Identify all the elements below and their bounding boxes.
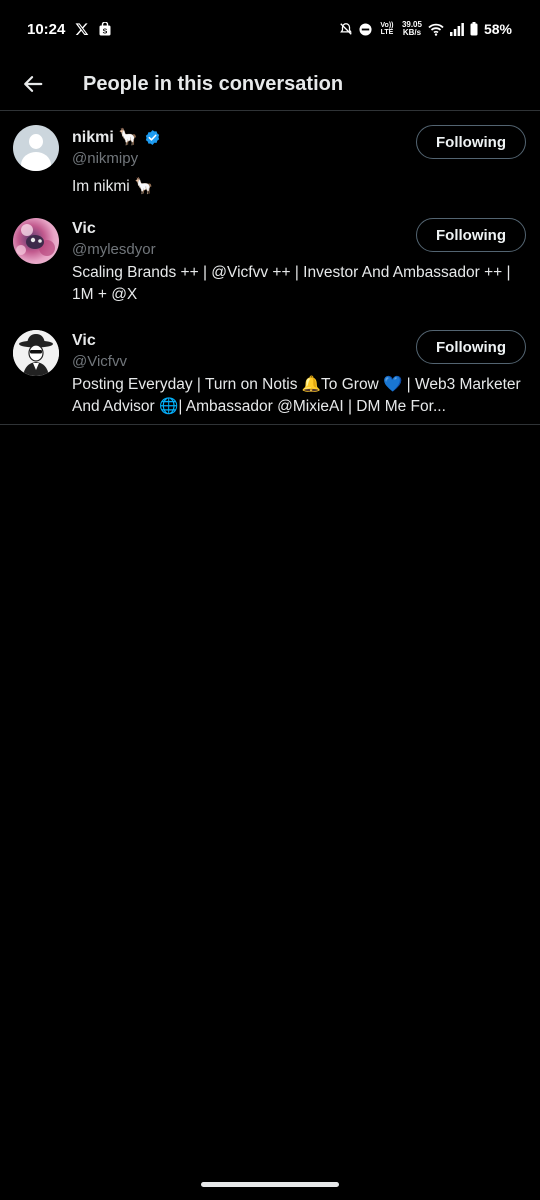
list-item[interactable]: nikmi 🦙 @nikmipy Im nikmi 🦙 Following bbox=[0, 111, 540, 204]
list-item[interactable]: Vic @mylesdyor Scaling Brands ++ | @Vicf… bbox=[0, 204, 540, 316]
avatar-head-shape bbox=[29, 134, 43, 149]
mute-bell-icon bbox=[339, 22, 353, 36]
battery-icon bbox=[470, 22, 478, 36]
people-list: nikmi 🦙 @nikmipy Im nikmi 🦙 Following Vi… bbox=[0, 111, 540, 425]
status-left: 10:24 S bbox=[27, 21, 111, 38]
wifi-icon bbox=[428, 23, 444, 36]
status-right: Vo)) LTE 39.05 KB/s 58% bbox=[339, 21, 512, 37]
user-name: Vic bbox=[72, 220, 96, 237]
shopping-bag-icon: S bbox=[99, 22, 111, 36]
status-time: 10:24 bbox=[27, 20, 66, 38]
signal-icon bbox=[449, 22, 464, 36]
user-bio: Posting Everyday | Turn on Notis 🔔To Gro… bbox=[72, 376, 521, 415]
avatar[interactable] bbox=[13, 125, 59, 171]
user-bio: Im nikmi 🦙 bbox=[72, 178, 154, 195]
svg-text:S: S bbox=[103, 29, 108, 36]
following-button[interactable]: Following bbox=[416, 330, 526, 364]
status-bar: 10:24 S Vo)) LTE 39.05 KB/s 58% bbox=[0, 0, 540, 58]
battery-percent: 58% bbox=[483, 21, 512, 37]
following-button[interactable]: Following bbox=[416, 125, 526, 159]
user-name: Vic bbox=[72, 332, 96, 349]
net-speed: 39.05 KB/s bbox=[402, 21, 422, 37]
x-logo-icon bbox=[75, 22, 89, 36]
user-bio: Scaling Brands ++ | @Vicfvv ++ | Investo… bbox=[72, 264, 511, 303]
do-not-disturb-icon bbox=[359, 22, 372, 36]
home-indicator[interactable] bbox=[201, 1182, 339, 1187]
following-button[interactable]: Following bbox=[416, 218, 526, 252]
verified-badge-icon bbox=[144, 129, 161, 146]
avatar[interactable] bbox=[13, 218, 59, 264]
pink-abstract-avatar-icon bbox=[16, 224, 55, 256]
list-item[interactable]: Vic @Vicfvv Posting Everyday | Turn on N… bbox=[0, 316, 540, 424]
page-title: People in this conversation bbox=[83, 72, 344, 95]
page-header: People in this conversation bbox=[0, 58, 540, 111]
arrow-left-icon bbox=[24, 76, 43, 92]
avatar-body-shape bbox=[21, 152, 51, 171]
user-name: nikmi 🦙 bbox=[72, 129, 139, 146]
sketch-cowboy-avatar-icon bbox=[13, 330, 59, 376]
back-button[interactable] bbox=[13, 64, 53, 104]
volte-label: Vo)) LTE bbox=[380, 22, 394, 36]
net-speed-unit: KB/s bbox=[402, 28, 422, 37]
avatar[interactable] bbox=[13, 330, 59, 376]
